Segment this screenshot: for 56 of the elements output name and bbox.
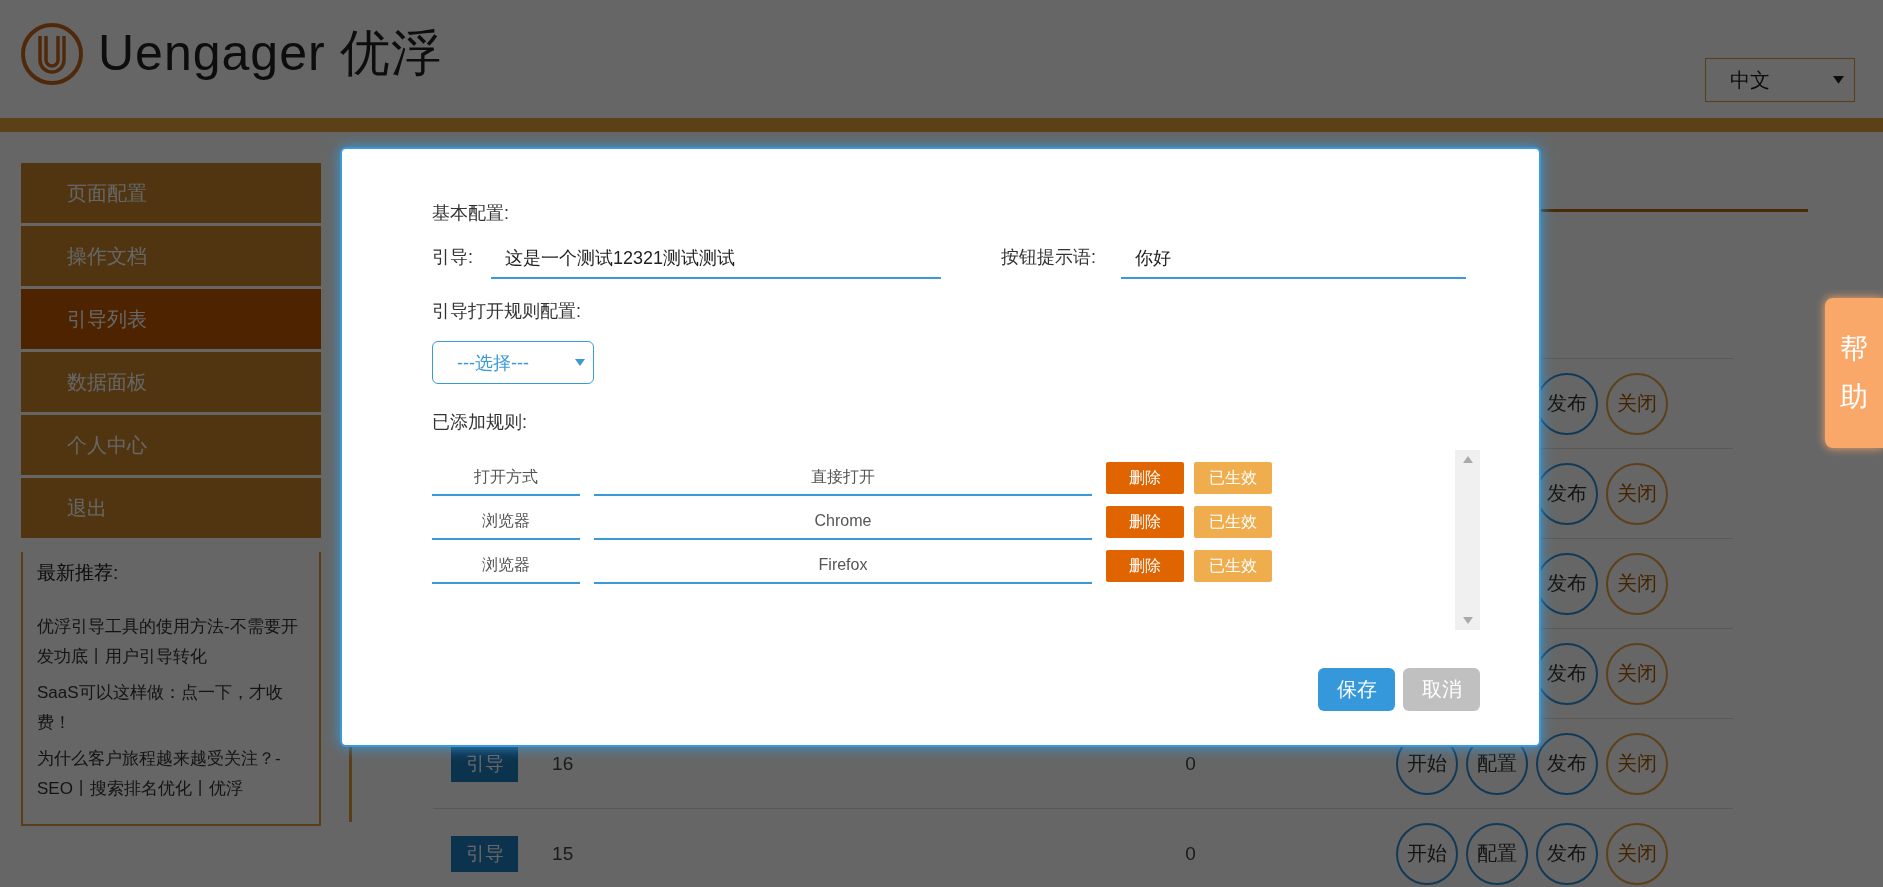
input-field[interactable]: Chrome bbox=[594, 504, 1092, 540]
brand-name: Uengager 优浮 bbox=[98, 24, 443, 83]
article-link[interactable]: 为什么客户旅程越来越受关注？-SEO丨搜索排名优化丨优浮 bbox=[37, 744, 305, 804]
input-field[interactable]: 打开方式 bbox=[432, 460, 580, 496]
sidebar-item[interactable]: 操作文档 bbox=[21, 226, 321, 286]
input-field[interactable]: 你好 bbox=[1121, 239, 1467, 279]
input-field[interactable]: Firefox bbox=[594, 548, 1092, 584]
status-button[interactable]: 已生效 bbox=[1194, 506, 1272, 538]
input-field[interactable]: 浏览器 bbox=[432, 548, 580, 584]
scroll-down-icon bbox=[1462, 617, 1473, 624]
input-field[interactable]: 这是一个测试12321测试测试 bbox=[491, 239, 941, 279]
table-cell-text: 15 bbox=[551, 842, 575, 865]
status-button[interactable]: 已生效 bbox=[1194, 462, 1272, 494]
scrollbar[interactable] bbox=[1455, 450, 1480, 630]
action-button[interactable]: 配置 bbox=[1466, 822, 1528, 885]
caret-icon bbox=[1833, 76, 1844, 84]
caret-icon bbox=[575, 359, 585, 366]
article-link[interactable]: 优浮引导工具的使用方法-不需要开发功底丨用户引导转化 bbox=[37, 612, 305, 672]
recommend-title: 最新推荐: bbox=[37, 561, 120, 585]
action-button[interactable]: 关闭 bbox=[1606, 462, 1668, 525]
delete-button[interactable]: 删除 bbox=[1106, 506, 1184, 538]
section-title: 基本配置: bbox=[432, 202, 510, 225]
sidebar-item[interactable]: 页面配置 bbox=[21, 163, 321, 223]
action-button[interactable]: 关闭 bbox=[1606, 732, 1668, 795]
table-cell-text: 0 bbox=[1185, 752, 1197, 775]
sidebar-item[interactable]: 数据面板 bbox=[21, 352, 321, 412]
field-label: 按钮提示语: bbox=[1001, 246, 1097, 269]
guide-tag[interactable]: 引导 bbox=[451, 835, 519, 872]
input-field[interactable]: 浏览器 bbox=[432, 504, 580, 540]
field-label: 引导: bbox=[432, 246, 473, 269]
section-title: 引导打开规则配置: bbox=[432, 300, 582, 323]
sidebar-item[interactable]: 个人中心 bbox=[21, 415, 321, 475]
cancel-button[interactable]: 取消 bbox=[1403, 668, 1480, 711]
status-button[interactable]: 已生效 bbox=[1194, 550, 1272, 582]
logo-icon bbox=[20, 21, 84, 86]
save-button[interactable]: 保存 bbox=[1318, 668, 1395, 711]
action-button[interactable]: 关闭 bbox=[1606, 642, 1668, 705]
article-link[interactable]: SaaS可以这样做：点一下，才收费！ bbox=[37, 678, 305, 738]
sidebar-item[interactable]: 退出 bbox=[21, 478, 321, 538]
action-button[interactable]: 发布 bbox=[1536, 822, 1598, 885]
guide-tag[interactable]: 引导 bbox=[451, 745, 519, 782]
delete-button[interactable]: 删除 bbox=[1106, 462, 1184, 494]
scroll-up-icon bbox=[1462, 456, 1473, 463]
input-field[interactable]: 直接打开 bbox=[594, 460, 1092, 496]
action-button[interactable]: 关闭 bbox=[1606, 552, 1668, 615]
rule-select[interactable]: ---选择--- bbox=[432, 341, 594, 384]
action-button[interactable]: 开始 bbox=[1396, 822, 1458, 885]
action-button[interactable]: 关闭 bbox=[1606, 372, 1668, 435]
table-cell-text: 16 bbox=[551, 752, 575, 775]
sidebar-item[interactable]: 引导列表 bbox=[21, 289, 321, 349]
section-title: 已添加规则: bbox=[432, 411, 528, 434]
delete-button[interactable]: 删除 bbox=[1106, 550, 1184, 582]
help-tab[interactable]: 帮助 bbox=[1825, 298, 1883, 448]
action-button[interactable]: 关闭 bbox=[1606, 822, 1668, 885]
language-select[interactable]: 中文 bbox=[1705, 58, 1855, 102]
table-cell-text: 0 bbox=[1185, 842, 1197, 865]
